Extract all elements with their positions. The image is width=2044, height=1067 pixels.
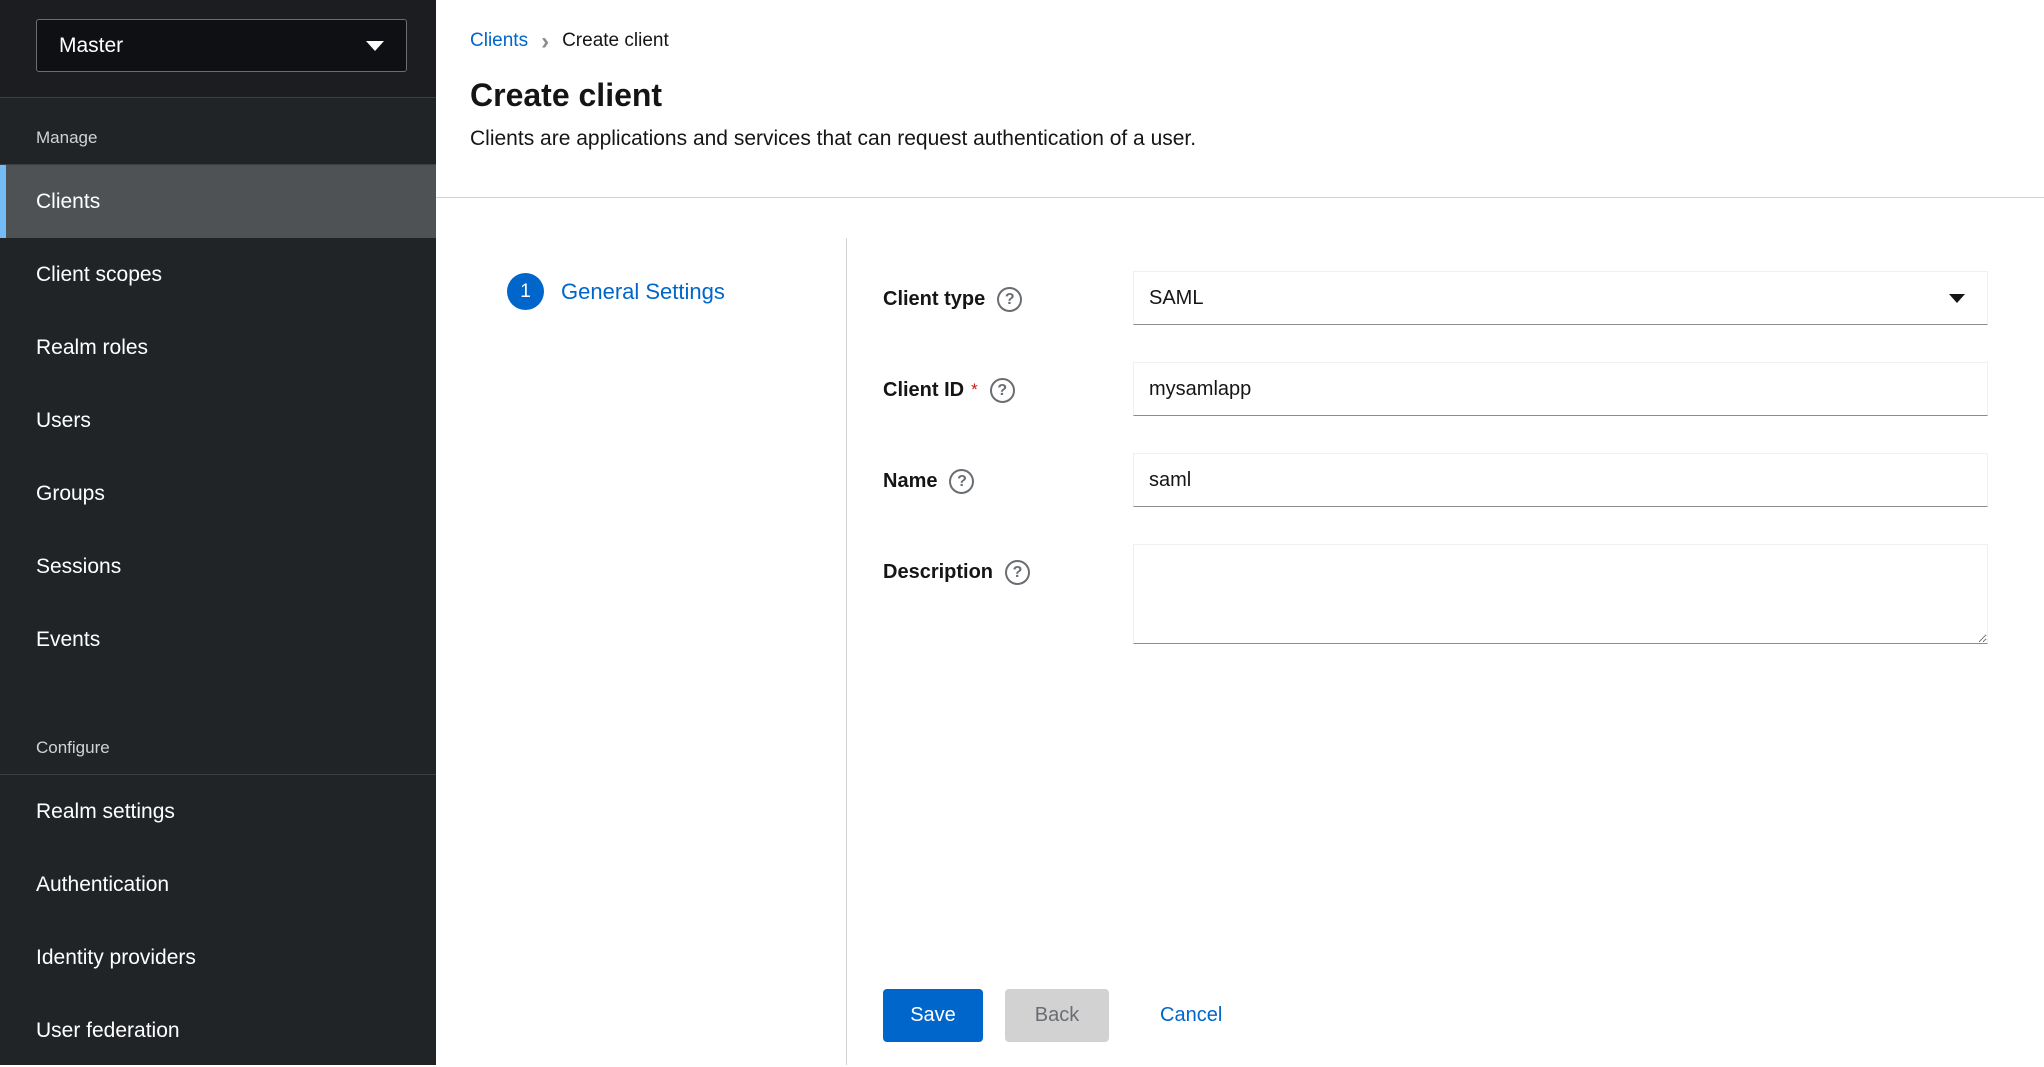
wizard-steps-nav: 1 General Settings <box>436 238 847 1065</box>
form-actions: Save Back Cancel <box>883 989 1988 1042</box>
client-id-label: Client ID <box>883 377 964 403</box>
client-type-row: Client type ? SAML <box>883 271 1988 325</box>
name-row: Name ? <box>883 453 1988 507</box>
nav-section-configure: Configure Realm settings Authentication … <box>0 676 436 1067</box>
page-header: Clients › Create client Create client Cl… <box>436 0 2044 198</box>
description-label-col: Description ? <box>883 544 1133 644</box>
caret-down-icon <box>1949 294 1965 303</box>
description-control <box>1133 544 1988 644</box>
realm-selector[interactable]: Master <box>36 19 407 72</box>
breadcrumb-current: Create client <box>562 30 669 52</box>
realm-selector-area: Master <box>0 0 436 98</box>
name-control <box>1133 453 1988 507</box>
name-label: Name <box>883 468 937 494</box>
description-textarea[interactable] <box>1133 544 1988 644</box>
sidebar-item-user-federation[interactable]: User federation <box>0 994 436 1067</box>
wizard-step-general-settings[interactable]: 1 General Settings <box>507 273 846 310</box>
breadcrumb: Clients › Create client <box>470 30 1988 52</box>
client-type-label-col: Client type ? <box>883 271 1133 325</box>
sidebar-item-groups[interactable]: Groups <box>0 457 436 530</box>
page-description: Clients are applications and services th… <box>470 127 1988 151</box>
name-input[interactable] <box>1133 453 1988 507</box>
sidebar-item-events[interactable]: Events <box>0 603 436 676</box>
sidebar-item-clients[interactable]: Clients <box>0 165 436 238</box>
client-type-label: Client type <box>883 286 985 312</box>
sidebar-item-sessions[interactable]: Sessions <box>0 530 436 603</box>
client-id-control <box>1133 362 1988 416</box>
sidebar-item-realm-roles[interactable]: Realm roles <box>0 311 436 384</box>
nav-section-title-configure: Configure <box>0 676 436 774</box>
general-settings-form: Client type ? SAML Client ID * ? <box>847 198 2044 1065</box>
client-type-control: SAML <box>1133 271 1988 325</box>
breadcrumb-link-clients[interactable]: Clients <box>470 30 528 52</box>
realm-selector-label: Master <box>59 34 123 58</box>
name-help-icon[interactable]: ? <box>949 469 974 494</box>
description-label: Description <box>883 559 993 585</box>
required-asterisk: * <box>971 377 978 403</box>
chevron-right-icon: › <box>541 32 549 51</box>
create-client-wizard: 1 General Settings Client type ? SAML <box>436 198 2044 1065</box>
sidebar-item-authentication[interactable]: Authentication <box>0 848 436 921</box>
cancel-button[interactable]: Cancel <box>1160 989 1222 1042</box>
wizard-step-label: General Settings <box>561 279 725 305</box>
sidebar: Master Manage Clients Client scopes Real… <box>0 0 436 1065</box>
client-type-select[interactable]: SAML <box>1133 271 1988 325</box>
sidebar-nav: Manage Clients Client scopes Realm roles… <box>0 98 436 1067</box>
name-label-col: Name ? <box>883 453 1133 507</box>
description-row: Description ? <box>883 544 1988 644</box>
sidebar-item-users[interactable]: Users <box>0 384 436 457</box>
back-button[interactable]: Back <box>1005 989 1109 1042</box>
client-id-help-icon[interactable]: ? <box>990 378 1015 403</box>
step-number-badge: 1 <box>507 273 544 310</box>
description-help-icon[interactable]: ? <box>1005 560 1030 585</box>
nav-section-title-manage: Manage <box>0 98 436 164</box>
save-button[interactable]: Save <box>883 989 983 1042</box>
sidebar-item-identity-providers[interactable]: Identity providers <box>0 921 436 994</box>
client-id-row: Client ID * ? <box>883 362 1988 416</box>
client-id-input[interactable] <box>1133 362 1988 416</box>
nav-section-manage: Manage Clients Client scopes Realm roles… <box>0 98 436 676</box>
client-id-label-col: Client ID * ? <box>883 362 1133 416</box>
page-title: Create client <box>470 77 1988 114</box>
chevron-down-icon <box>366 41 384 51</box>
client-type-select-value: SAML <box>1149 287 1203 310</box>
client-type-help-icon[interactable]: ? <box>997 287 1022 312</box>
sidebar-item-client-scopes[interactable]: Client scopes <box>0 238 436 311</box>
main-content: Clients › Create client Create client Cl… <box>436 0 2044 1065</box>
sidebar-item-realm-settings[interactable]: Realm settings <box>0 775 436 848</box>
